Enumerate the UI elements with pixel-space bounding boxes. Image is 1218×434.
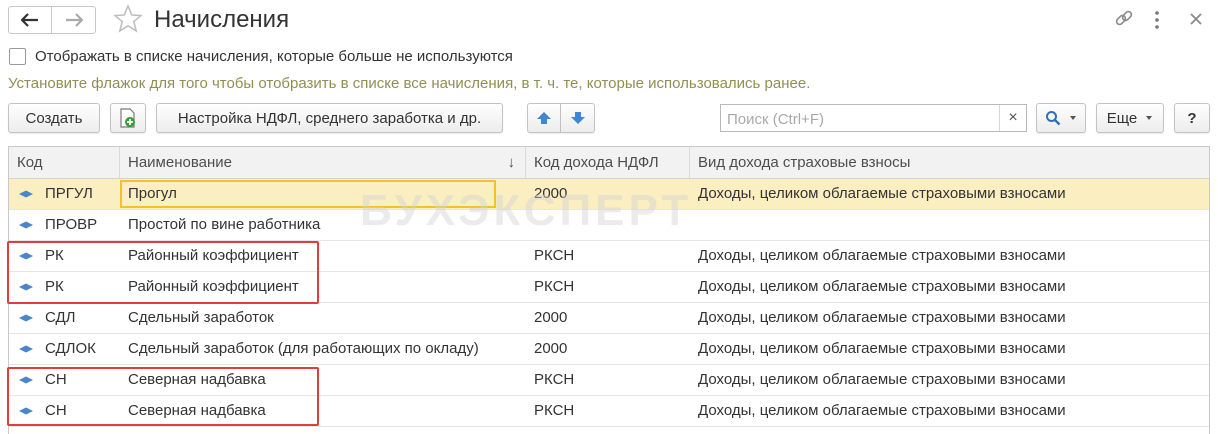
table-row[interactable]: СН Северная надбавка РКСН Доходы, целиком о… (9, 365, 1209, 396)
help-button[interactable]: ? (1174, 103, 1210, 133)
cell-insurance-type: Доходы, целиком облагаемые страховыми вз… (698, 278, 1066, 295)
row-marker-icon (19, 221, 33, 229)
cell-name: Простой по вине работника (128, 216, 321, 233)
cell-insurance-type: Доходы, целиком облагаемые страховыми вз… (698, 402, 1066, 419)
cell-name: Северная надбавка (128, 371, 266, 388)
cell-insurance-type: Доходы, целиком облагаемые страховыми вз… (698, 309, 1066, 326)
add-document-icon (120, 108, 135, 128)
move-down-button[interactable] (561, 103, 595, 133)
row-marker-icon (19, 252, 33, 260)
search-clear-button[interactable]: × (999, 105, 1026, 131)
cell-ndfl-code: РКСН (534, 278, 575, 295)
show-unused-label[interactable]: Отображать в списке начисления, которые … (35, 47, 513, 67)
row-marker-icon (19, 314, 33, 322)
cell-code: РК (45, 278, 64, 295)
hint-text: Установите флажок для того чтобы отобраз… (8, 75, 811, 92)
show-unused-checkbox[interactable] (9, 48, 26, 65)
more-button[interactable]: Еще (1096, 103, 1164, 133)
table-row[interactable]: СН Северная надбавка РКСН Доходы, целиком о… (9, 396, 1209, 427)
cell-code: СН (45, 371, 67, 388)
column-header-name[interactable]: Наименование ↓ (120, 147, 526, 178)
cell-ndfl-code: 2000 (534, 340, 568, 357)
arrow-down-icon (570, 112, 585, 124)
column-header-insurance[interactable]: Вид дохода страховые взносы (690, 147, 1209, 178)
column-header-name-label: Наименование (128, 154, 232, 171)
cell-code: СДЛ (45, 309, 76, 326)
more-button-label: Еще (1106, 109, 1138, 127)
search-input[interactable] (725, 106, 999, 132)
row-marker-icon (19, 407, 33, 415)
create-button-label: Создать (25, 109, 83, 127)
cell-insurance-type: Доходы, целиком облагаемые страховыми вз… (698, 185, 1066, 202)
back-button[interactable] (8, 6, 52, 34)
cell-ndfl-code: 2000 (534, 185, 568, 202)
column-header-ndfl[interactable]: Код дохода НДФЛ (526, 147, 690, 178)
dropdown-caret-icon (1070, 116, 1076, 120)
cell-name: Сдельный заработок (128, 309, 274, 326)
ndfl-settings-button[interactable]: Настройка НДФЛ, среднего заработка и др. (156, 103, 503, 133)
cell-code: СН (45, 402, 67, 419)
favorite-star-icon[interactable] (113, 4, 143, 39)
help-icon: ? (1187, 109, 1197, 127)
cell-code: РК (45, 247, 64, 264)
cell-name: Сдельный заработок (для работающих по ок… (128, 340, 479, 357)
page-title: Начисления (154, 6, 290, 33)
link-icon[interactable] (1113, 8, 1135, 35)
vertical-dots-icon[interactable] (1153, 10, 1161, 35)
arrow-right-icon (65, 13, 83, 27)
magnifier-icon (1046, 111, 1061, 126)
column-header-code[interactable]: Код (9, 147, 120, 178)
search-field[interactable]: × (720, 104, 1027, 132)
accruals-table: Код Наименование ↓ Код дохода НДФЛ Вид д… (8, 146, 1210, 434)
arrow-left-icon (21, 13, 38, 27)
cell-name: Районный коэффициент (128, 278, 299, 295)
row-marker-icon (19, 190, 33, 198)
dropdown-caret-icon (1146, 116, 1153, 120)
cell-ndfl-code: РКСН (534, 402, 575, 419)
table-row[interactable]: РК Районный коэффициент РКСН Доходы, целико… (9, 272, 1209, 303)
cell-name: Районный коэффициент (128, 247, 299, 264)
cell-code: ПРОВР (45, 216, 98, 233)
cell-ndfl-code: РКСН (534, 371, 575, 388)
cell-code: СДЛОК (45, 340, 96, 357)
cell-ndfl-code: 2000 (534, 309, 568, 326)
create-button[interactable]: Создать (8, 103, 100, 133)
close-icon[interactable] (1189, 12, 1203, 31)
search-options-button[interactable] (1036, 103, 1086, 133)
table-row[interactable]: СДЛОК Сдельный заработок (для работающих … (9, 334, 1209, 365)
table-row[interactable]: СДЛ Сдельный заработок 2000 Доходы, целиком… (9, 303, 1209, 334)
row-marker-icon (19, 345, 33, 353)
table-row[interactable]: ПРОВР Простой по вине работника (9, 210, 1209, 241)
cell-insurance-type: Доходы, целиком облагаемые страховыми вз… (698, 371, 1066, 388)
forward-button[interactable] (52, 6, 96, 34)
move-up-button[interactable] (527, 103, 561, 133)
arrow-up-icon (537, 112, 551, 124)
cell-name: Северная надбавка (128, 402, 266, 419)
row-marker-icon (19, 376, 33, 384)
cell-insurance-type: Доходы, целиком облагаемые страховыми вз… (698, 340, 1066, 357)
table-header: Код Наименование ↓ Код дохода НДФЛ Вид д… (9, 147, 1209, 179)
cell-ndfl-code: РКСН (534, 247, 575, 264)
row-marker-icon (19, 283, 33, 291)
ndfl-settings-label: Настройка НДФЛ, среднего заработка и др. (177, 109, 482, 127)
cell-name: Прогул (128, 185, 177, 202)
table-row[interactable]: ПРГУЛ Прогул 2000 Доходы, целиком облагаемы… (9, 179, 1209, 210)
cell-code: ПРГУЛ (45, 185, 93, 202)
clear-icon: × (1008, 109, 1018, 126)
sort-desc-icon: ↓ (507, 154, 516, 171)
create-by-copy-button[interactable] (110, 103, 146, 133)
cell-insurance-type: Доходы, целиком облагаемые страховыми вз… (698, 247, 1066, 264)
table-row[interactable]: РК Районный коэффициент РКСН Доходы, целико… (9, 241, 1209, 272)
